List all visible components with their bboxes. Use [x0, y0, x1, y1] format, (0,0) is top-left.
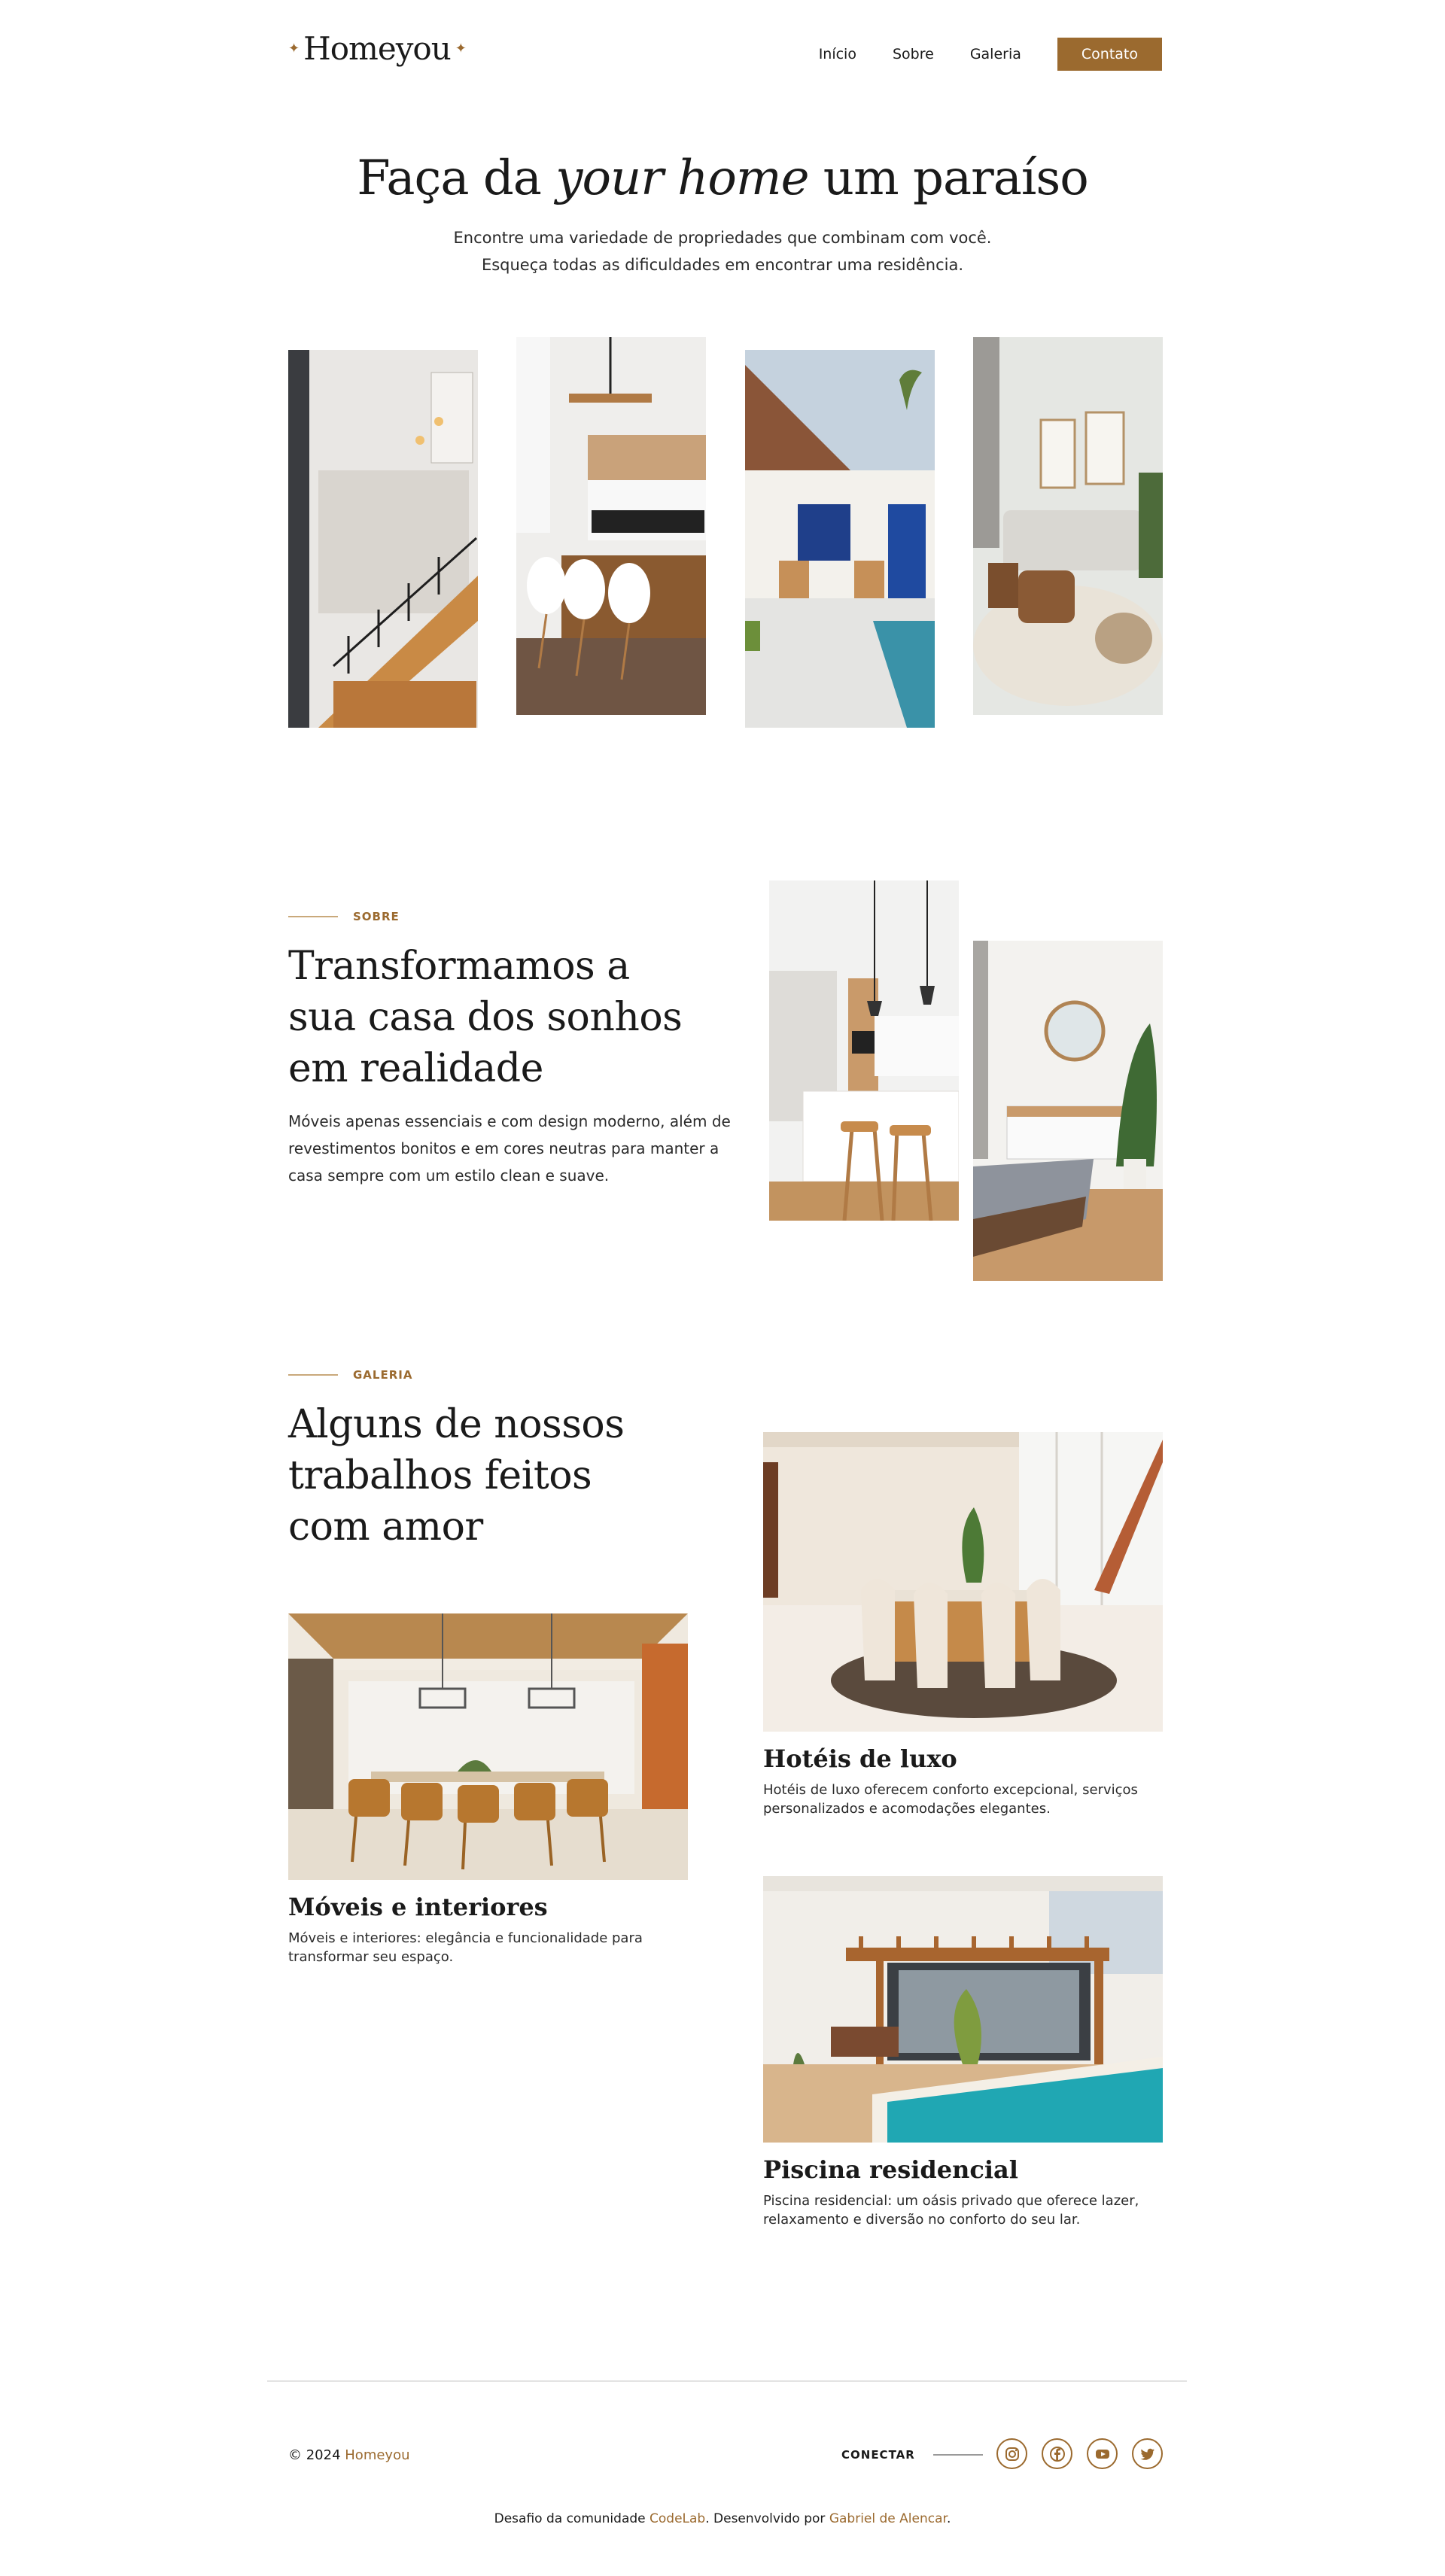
instagram-icon[interactable]	[996, 2438, 1027, 2469]
card-text-line: personalizados e acomodações elegantes.	[763, 1801, 1051, 1817]
gallery-title-line: com amor	[288, 1504, 483, 1550]
gallery-title-line: trabalhos feitos	[288, 1453, 592, 1498]
hero-title: Faça da your home um paraíso	[0, 151, 1445, 206]
hero-title-end: um paraíso	[808, 151, 1089, 206]
about-title-line: em realidade	[288, 1046, 543, 1091]
nav-link-sobre[interactable]: Sobre	[893, 46, 934, 62]
connect-divider	[932, 2454, 983, 2456]
hero-image-kitchen	[516, 337, 706, 715]
site-header: ✦ Homeyou ✦ Início Sobre Galeria Contato	[288, 30, 1162, 75]
card-text-hotels: Hotéis de luxo oferecem conforto excepci…	[763, 1781, 1138, 1818]
contact-button[interactable]: Contato	[1057, 38, 1162, 71]
hero-subtitle-line: Encontre uma variedade de propriedades q…	[453, 229, 992, 247]
about-eyebrow: SOBRE	[288, 910, 400, 923]
about-text-line: casa sempre com um estilo clean e suave.	[288, 1166, 610, 1185]
card-text-line: Hotéis de luxo oferecem conforto excepci…	[763, 1782, 1138, 1798]
about-image-kitchen	[769, 880, 959, 1221]
about-text-line: Móveis apenas essenciais e com design mo…	[288, 1112, 731, 1130]
gallery-image-hotel[interactable]	[763, 1432, 1163, 1732]
card-text-pool: Piscina residencial: um oásis privado qu…	[763, 2191, 1139, 2229]
connect-label: CONECTAR	[841, 2448, 915, 2462]
about-title: Transformamos a sua casa dos sonhos em r…	[288, 941, 683, 1094]
gallery-eyebrow-label: GALERIA	[353, 1368, 413, 1382]
about-title-line: Transformamos a	[288, 944, 630, 989]
logo[interactable]: ✦ Homeyou ✦	[288, 30, 467, 67]
footer-credits: Desafio da comunidade CodeLab. Desenvolv…	[0, 2511, 1445, 2526]
hero-subtitle: Encontre uma variedade de propriedades q…	[0, 224, 1445, 278]
nav-link-inicio[interactable]: Início	[819, 46, 856, 62]
hero-image-livingroom	[973, 337, 1163, 715]
social-links	[996, 2438, 1163, 2469]
card-text-line: Piscina residencial: um oásis privado qu…	[763, 2193, 1139, 2209]
credits-suffix: .	[946, 2511, 951, 2526]
eyebrow-divider	[288, 916, 338, 917]
copyright-text: © 2024	[288, 2447, 345, 2463]
logo-text: Homeyou	[303, 30, 452, 67]
about-text-line: revestimentos bonitos e em cores neutras…	[288, 1139, 719, 1157]
gallery-title: Alguns de nossos trabalhos feitos com am…	[288, 1399, 625, 1553]
about-image-bedroom	[973, 941, 1163, 1281]
gallery-image-furniture[interactable]	[288, 1613, 688, 1880]
credits-prefix: Desafio da comunidade	[494, 2511, 650, 2526]
card-title-pool[interactable]: Piscina residencial	[763, 2155, 1018, 2184]
community-link[interactable]: CodeLab	[649, 2511, 705, 2526]
about-eyebrow-label: SOBRE	[353, 910, 400, 923]
sparkle-icon: ✦	[288, 41, 300, 56]
footer-brand-link[interactable]: Homeyou	[345, 2447, 409, 2463]
card-title-hotels[interactable]: Hotéis de luxo	[763, 1744, 957, 1773]
facebook-icon[interactable]	[1042, 2438, 1072, 2469]
card-title-furniture[interactable]: Móveis e interiores	[288, 1893, 548, 1921]
hero-image-staircase	[288, 350, 478, 728]
nav-link-galeria[interactable]: Galeria	[970, 46, 1021, 62]
about-text: Móveis apenas essenciais e com design mo…	[288, 1108, 731, 1189]
credits-middle: . Desenvolvido por	[705, 2511, 829, 2526]
card-text-line: relaxamento e diversão no conforto do se…	[763, 2212, 1081, 2228]
gallery-title-line: Alguns de nossos	[288, 1402, 625, 1447]
footer-divider	[267, 2380, 1187, 2382]
hero-title-start: Faça da	[357, 151, 556, 206]
hero-subtitle-line: Esqueça todas as dificuldades em encontr…	[481, 256, 964, 274]
card-text-line: Móveis e interiores: elegância e funcion…	[288, 1930, 643, 1946]
sparkle-icon: ✦	[455, 41, 467, 56]
card-text-furniture: Móveis e interiores: elegância e funcion…	[288, 1929, 643, 1966]
footer-connect: CONECTAR	[841, 2448, 983, 2462]
twitter-icon[interactable]	[1132, 2438, 1163, 2469]
card-text-line: transformar seu espaço.	[288, 1949, 454, 1965]
eyebrow-divider	[288, 1374, 338, 1376]
hero-image-patio	[745, 350, 935, 728]
youtube-icon[interactable]	[1087, 2438, 1118, 2469]
author-link[interactable]: Gabriel de Alencar	[829, 2511, 947, 2526]
gallery-image-pool[interactable]	[763, 1876, 1163, 2143]
hero-title-italic: your home	[555, 151, 809, 206]
footer-copyright: © 2024 Homeyou	[288, 2447, 410, 2463]
gallery-eyebrow: GALERIA	[288, 1368, 412, 1382]
main-nav: Início Sobre Galeria Contato	[819, 38, 1162, 71]
about-title-line: sua casa dos sonhos	[288, 995, 683, 1040]
